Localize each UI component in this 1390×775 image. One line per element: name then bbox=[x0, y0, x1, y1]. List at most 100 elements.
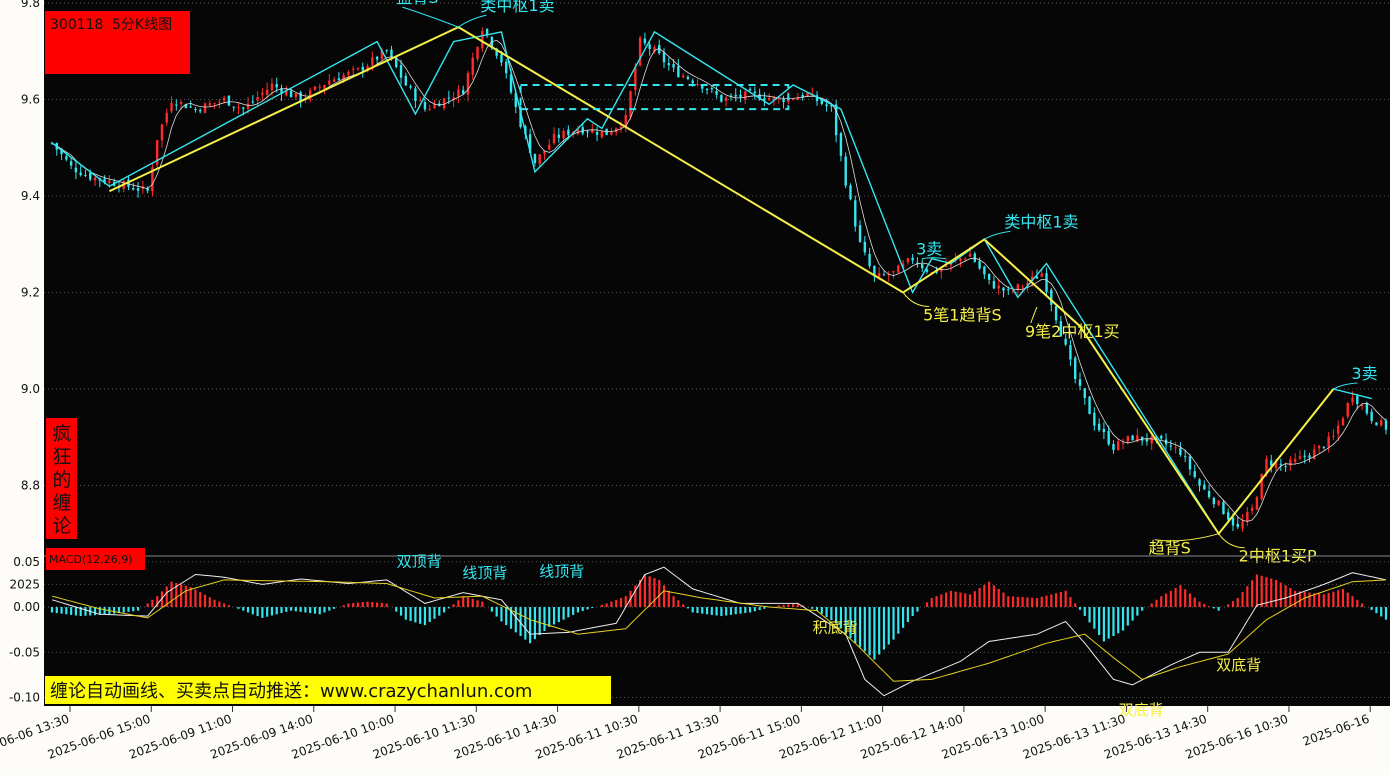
candle-body bbox=[79, 172, 82, 176]
candle-body bbox=[428, 108, 431, 110]
candle-body bbox=[744, 91, 747, 100]
candle-body bbox=[352, 68, 355, 70]
candle-body bbox=[753, 91, 757, 93]
candle-body bbox=[677, 66, 680, 77]
candle-body bbox=[1360, 405, 1364, 407]
candle-body bbox=[232, 106, 235, 108]
candle-body bbox=[1074, 357, 1077, 379]
candle-body bbox=[251, 101, 255, 103]
candle-body bbox=[1203, 484, 1206, 490]
candle-body bbox=[500, 54, 503, 63]
candle-body bbox=[1140, 436, 1144, 441]
candle-body bbox=[672, 63, 675, 68]
candle-body bbox=[1351, 397, 1354, 403]
candle-body bbox=[256, 97, 259, 101]
macd-tick-label: -0.10 bbox=[9, 690, 40, 704]
candle-body bbox=[1313, 449, 1316, 460]
brand-char: 缠 bbox=[52, 492, 71, 514]
candle-body bbox=[768, 98, 771, 101]
candle-body bbox=[237, 107, 240, 109]
macd-annotation: 双底背 bbox=[1119, 701, 1164, 719]
brand-char: 的 bbox=[52, 469, 71, 491]
candle-body bbox=[964, 258, 967, 260]
candle-body bbox=[696, 83, 699, 86]
candle-body bbox=[705, 88, 709, 91]
candle-body bbox=[1016, 284, 1020, 290]
candle-body bbox=[132, 188, 135, 190]
candle-body bbox=[328, 80, 331, 85]
macd-tick-label: 2025 bbox=[9, 577, 40, 591]
price-tick-label: 8.8 bbox=[21, 478, 40, 492]
candle-body bbox=[289, 90, 293, 98]
candle-body bbox=[1303, 455, 1306, 457]
macd-annotation: 线顶背 bbox=[539, 562, 584, 580]
candle-body bbox=[619, 126, 623, 128]
candle-body bbox=[313, 86, 317, 90]
candle-body bbox=[447, 97, 451, 99]
candle-body bbox=[160, 124, 164, 141]
candle-body bbox=[1179, 447, 1182, 455]
candle-body bbox=[791, 98, 795, 100]
candle-body bbox=[858, 225, 862, 242]
candle-body bbox=[1078, 379, 1082, 386]
candle-body bbox=[136, 188, 140, 191]
candle-body bbox=[863, 241, 867, 253]
candle-body bbox=[246, 103, 250, 109]
candle-body bbox=[1040, 273, 1043, 277]
candle-body bbox=[179, 101, 183, 104]
price-annotation: 3卖 bbox=[1351, 364, 1377, 383]
candle-body bbox=[1121, 442, 1125, 444]
candle-body bbox=[533, 153, 537, 164]
candle-body bbox=[739, 94, 742, 98]
candle-body bbox=[1365, 403, 1369, 414]
candle-body bbox=[1279, 463, 1283, 465]
candle-body bbox=[466, 73, 470, 95]
candle-body bbox=[681, 75, 685, 78]
candle-body bbox=[199, 109, 202, 112]
chart-title: 5分K线图 bbox=[112, 17, 172, 33]
candle-body bbox=[538, 154, 541, 164]
candle-body bbox=[720, 94, 723, 102]
candle-body bbox=[806, 93, 809, 97]
candle-body bbox=[218, 101, 221, 103]
candle-body bbox=[471, 57, 474, 75]
candle-body bbox=[997, 285, 1000, 289]
candle-body bbox=[1293, 458, 1297, 463]
promo-banner-text: 缠论自动画线、买卖点自动推送：www.crazychanlun.com bbox=[50, 681, 532, 702]
candle-body bbox=[724, 97, 728, 101]
candle-body bbox=[390, 49, 393, 57]
candle-body bbox=[595, 132, 599, 135]
candle-body bbox=[1188, 456, 1192, 470]
candle-body bbox=[476, 47, 479, 59]
candle-body bbox=[404, 75, 408, 86]
candle-body bbox=[1322, 446, 1326, 448]
candle-body bbox=[734, 94, 737, 97]
candle-body bbox=[648, 44, 651, 50]
candle-body bbox=[1341, 418, 1345, 426]
candle-body bbox=[662, 52, 666, 63]
candle-body bbox=[208, 103, 211, 106]
candle-body bbox=[1327, 436, 1330, 448]
candle-body bbox=[270, 83, 274, 91]
candle-body bbox=[318, 86, 321, 88]
macd-indicator-label: MACD(12,26,9) bbox=[49, 553, 133, 566]
candle-body bbox=[409, 86, 412, 88]
candle-body bbox=[562, 131, 565, 139]
candle-body bbox=[1241, 521, 1244, 529]
macd-tick-label: 0.00 bbox=[13, 600, 40, 614]
candle-body bbox=[973, 253, 977, 262]
candle-body bbox=[361, 66, 364, 71]
candle-body bbox=[194, 109, 197, 111]
macd-annotation: 线顶背 bbox=[462, 564, 507, 582]
candle-body bbox=[222, 97, 226, 101]
candle-body bbox=[1021, 286, 1024, 288]
candle-body bbox=[265, 89, 269, 95]
candle-body bbox=[992, 281, 996, 289]
candle-body bbox=[849, 185, 852, 200]
price-annotation: 类中枢1卖 bbox=[480, 0, 554, 15]
candle-body bbox=[629, 91, 632, 118]
candle-body bbox=[1370, 411, 1373, 421]
candle-body bbox=[897, 265, 900, 273]
candle-body bbox=[1336, 425, 1340, 434]
candle-body bbox=[1298, 456, 1302, 459]
